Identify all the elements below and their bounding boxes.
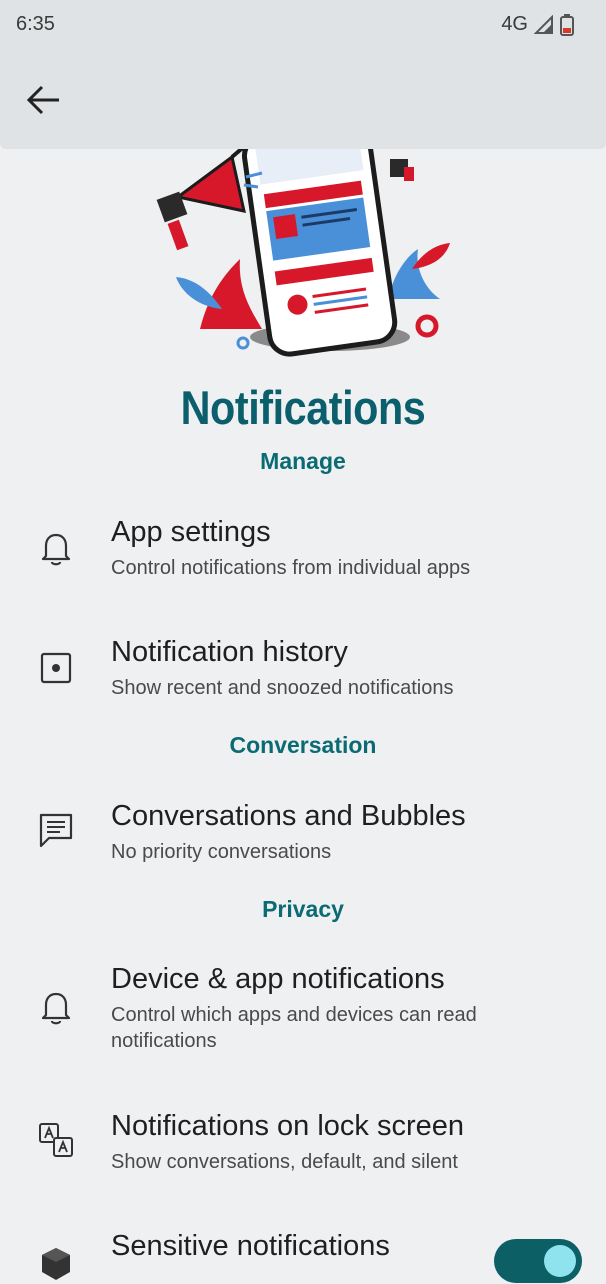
- lock-screen-subtitle: Show conversations, default, and silent: [111, 1151, 458, 1173]
- device-app-notifications-title: Device & app notifications: [111, 963, 445, 995]
- conversations-item[interactable]: Conversations and Bubbles No priority co…: [0, 792, 606, 882]
- back-button[interactable]: [24, 82, 64, 118]
- status-bar: 6:35 4G: [0, 0, 606, 52]
- device-app-notifications-subtitle: Control which apps and devices can read …: [111, 1004, 477, 1052]
- conversations-subtitle: No priority conversations: [111, 841, 332, 863]
- section-header-conversation: Conversation: [229, 732, 377, 758]
- app-settings-title: App settings: [111, 516, 271, 548]
- bell-icon: [41, 533, 71, 566]
- bell-icon: [41, 992, 71, 1025]
- page-title: Notifications: [180, 381, 426, 434]
- arrow-back-icon: [26, 85, 59, 115]
- app-settings-item[interactable]: App settings Control notifications from …: [0, 508, 606, 598]
- status-indicators: 4G: [501, 13, 574, 36]
- battery-icon: [560, 13, 574, 36]
- conversations-title: Conversations and Bubbles: [111, 800, 466, 832]
- lock-screen-notifications-item[interactable]: Notifications on lock screen Show conver…: [0, 1102, 606, 1192]
- notifications-illustration: [0, 149, 606, 369]
- notification-history-title: Notification history: [111, 636, 348, 668]
- device-app-notifications-item[interactable]: Device & app notifications Control which…: [0, 955, 606, 1065]
- toggle-knob: [544, 1245, 576, 1277]
- history-box-icon: [40, 652, 72, 684]
- sensitive-notifications-title: Sensitive notifications: [111, 1230, 390, 1262]
- section-header-manage: Manage: [260, 448, 346, 474]
- notification-history-subtitle: Show recent and snoozed notifications: [111, 677, 454, 699]
- lock-screen-title: Notifications on lock screen: [111, 1110, 464, 1142]
- signal-icon: [534, 14, 553, 34]
- app-settings-subtitle: Control notifications from individual ap…: [111, 557, 471, 579]
- sensitive-notifications-toggle[interactable]: [494, 1239, 582, 1283]
- status-time: 6:35: [16, 13, 55, 35]
- app-bar: [0, 52, 606, 149]
- network-type: 4G: [501, 13, 528, 35]
- cube-icon: [42, 1248, 70, 1280]
- notification-history-item[interactable]: Notification history Show recent and sno…: [0, 628, 606, 718]
- section-header-privacy: Privacy: [262, 896, 344, 922]
- chat-bubble-icon: [39, 813, 73, 848]
- translate-icon: [39, 1123, 73, 1157]
